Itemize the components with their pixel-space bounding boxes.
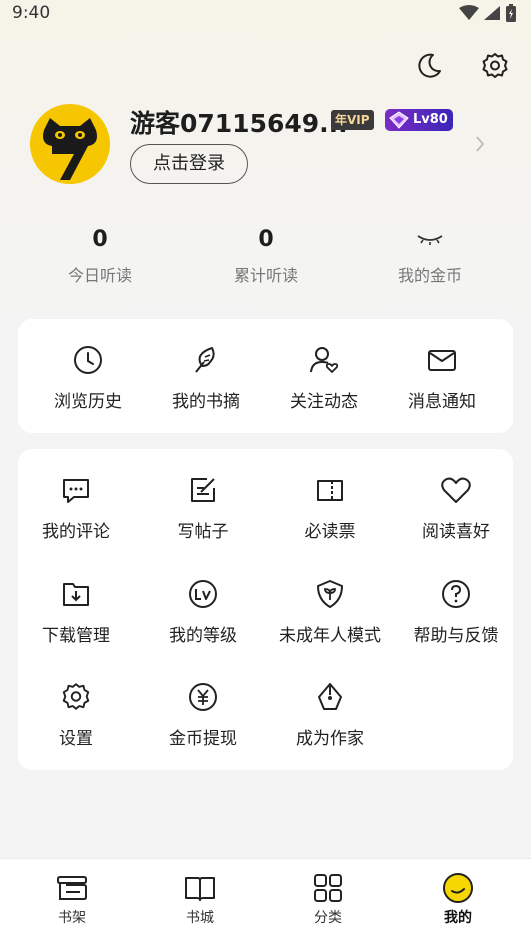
menu-label: 我的书摘: [172, 392, 240, 412]
download-folder-icon: [63, 583, 89, 606]
level-gem-icon: [389, 111, 409, 129]
stat-label: 今日听读: [67, 266, 132, 285]
shield-sprout-icon: [317, 580, 343, 608]
top-actions: [413, 50, 511, 82]
menu-browse-history[interactable]: 浏览历史: [26, 343, 150, 412]
stat-value: 0: [258, 227, 274, 252]
tab-label: 我的: [444, 910, 472, 926]
gear-icon: [62, 683, 90, 710]
menu-my-excerpts[interactable]: 我的书摘: [144, 343, 268, 412]
stat-my-coins[interactable]: 我的金币: [360, 226, 500, 286]
ticket-icon: [317, 480, 343, 501]
menu-label: 写帖子: [177, 522, 229, 542]
tab-bookstore[interactable]: 书城: [150, 873, 250, 927]
wifi-icon: [459, 5, 479, 20]
level-icon: [189, 580, 217, 608]
moon-icon: [418, 53, 441, 78]
help-icon: [442, 580, 470, 608]
menu-my-comments[interactable]: 我的评论: [14, 473, 138, 542]
menu-label: 未成年人模式: [279, 626, 381, 646]
grid-icon: [314, 874, 342, 902]
profile-section[interactable]: 游客07115649... 年VIP Lv80 点击登录: [30, 104, 510, 188]
tab-label: 分类: [314, 910, 342, 926]
status-icons: [459, 3, 517, 23]
stat-label: 累计听读: [233, 266, 298, 285]
gear-icon: [482, 53, 508, 78]
login-button[interactable]: 点击登录: [130, 144, 248, 184]
stat-value: 0: [92, 227, 108, 252]
level-text: Lv80: [413, 112, 448, 127]
tab-label: 书城: [186, 910, 214, 926]
menu-reading-preference[interactable]: 阅读喜好: [394, 473, 518, 542]
menu-label: 设置: [59, 729, 93, 749]
status-bar: 9:40: [0, 0, 531, 26]
stat-total-listen[interactable]: 0 累计听读: [196, 226, 336, 286]
menu-label: 帮助与反馈: [413, 626, 499, 646]
tab-categories[interactable]: 分类: [278, 873, 378, 927]
menu-label: 我的评论: [42, 522, 110, 542]
feather-icon: [195, 347, 215, 373]
menu-label: 金币提现: [169, 729, 237, 749]
menu-must-read-ticket[interactable]: 必读票: [268, 473, 392, 542]
comment-icon: [63, 479, 89, 503]
avatar[interactable]: [30, 104, 110, 184]
annual-vip-badge: 年VIP: [331, 110, 374, 130]
battery-icon: [506, 4, 516, 22]
menu-my-level[interactable]: 我的等级: [141, 577, 265, 646]
signal-icon: [484, 6, 500, 20]
menu-label: 消息通知: [408, 392, 476, 412]
menu-label: 必读票: [304, 522, 356, 542]
menu-label: 成为作家: [296, 729, 364, 749]
chevron-right-icon[interactable]: [474, 134, 486, 154]
bottom-tab-bar: 书架 书城 分类 我的: [0, 858, 531, 938]
pen-nib-icon: [318, 683, 342, 710]
menu-help-feedback[interactable]: 帮助与反馈: [394, 577, 518, 646]
menu-become-writer[interactable]: 成为作家: [268, 680, 392, 749]
smile-face-icon: [443, 873, 473, 903]
stat-label: 我的金币: [397, 266, 462, 285]
eye-closed-icon: [417, 235, 443, 245]
cat-logo-icon: [43, 118, 97, 180]
stat-today-listen[interactable]: 0 今日听读: [30, 226, 170, 286]
tab-bookshelf[interactable]: 书架: [22, 873, 122, 927]
menu-label: 浏览历史: [54, 392, 122, 412]
tab-mine[interactable]: 我的: [408, 873, 508, 927]
menu-follow-feed[interactable]: 关注动态: [262, 343, 386, 412]
menu-settings[interactable]: 设置: [14, 680, 138, 749]
menu-download-manager[interactable]: 下载管理: [14, 577, 138, 646]
heart-icon: [441, 477, 471, 503]
tab-label: 书架: [58, 910, 86, 926]
menu-label: 关注动态: [290, 392, 358, 412]
night-mode-button[interactable]: [413, 50, 445, 82]
quick-menu-card: 浏览历史 我的书摘 关注动态 消息通知: [18, 319, 513, 433]
menu-label: 我的等级: [169, 626, 237, 646]
yen-coin-icon: [189, 683, 217, 711]
menu-label: 阅读喜好: [422, 522, 490, 542]
coins-hidden[interactable]: [360, 226, 500, 254]
mail-icon: [428, 350, 456, 371]
edit-icon: [191, 478, 215, 502]
username: 游客07115649...: [130, 109, 348, 138]
status-time: 9:40: [12, 3, 51, 23]
bookshelf-icon: [57, 876, 87, 900]
more-menu-card: 我的评论 写帖子 必读票 阅读喜好 下载管理 我的等级 未成年人模式 帮助与反馈…: [18, 449, 513, 770]
clock-icon: [74, 346, 102, 374]
book-open-icon: [185, 877, 215, 901]
menu-coin-withdraw[interactable]: 金币提现: [141, 680, 265, 749]
level-badge: Lv80: [385, 109, 453, 131]
menu-label: 下载管理: [42, 626, 110, 646]
stats-row: 0 今日听读 0 累计听读 我的金币: [0, 226, 531, 286]
settings-button[interactable]: [479, 50, 511, 82]
menu-notifications[interactable]: 消息通知: [380, 343, 504, 412]
user-heart-icon: [310, 347, 339, 373]
menu-write-post[interactable]: 写帖子: [141, 473, 265, 542]
menu-minor-mode[interactable]: 未成年人模式: [268, 577, 392, 646]
